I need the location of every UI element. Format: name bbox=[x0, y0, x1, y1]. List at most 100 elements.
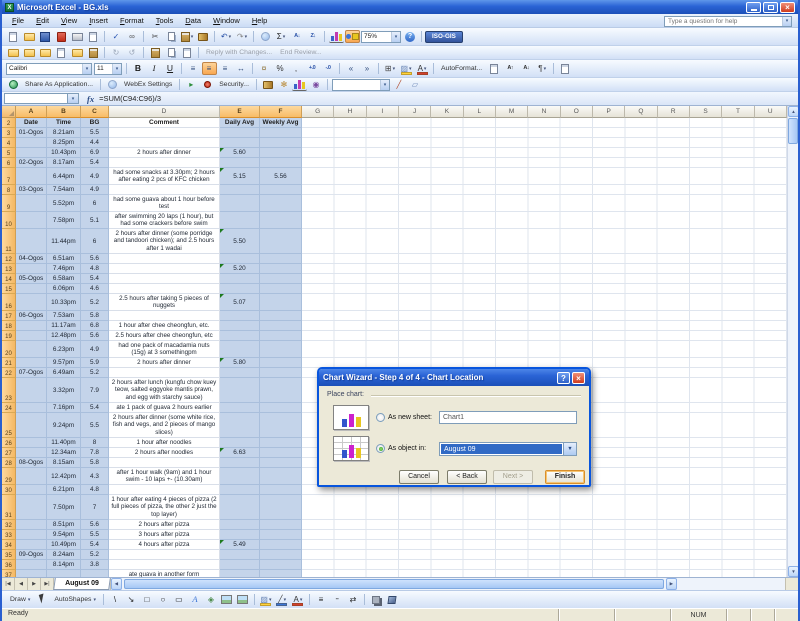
undo-icon[interactable]: ↶ ▾ bbox=[219, 30, 234, 43]
decrease-decimal-icon[interactable]: -.0 bbox=[321, 62, 336, 75]
cell-e15[interactable] bbox=[220, 284, 260, 294]
row-header-13[interactable]: 13 bbox=[2, 264, 16, 274]
cell-d24[interactable]: ate 1 pack of guava 2 hours earlier bbox=[109, 403, 220, 413]
cell-f26[interactable] bbox=[260, 438, 302, 448]
document-versions-icon[interactable] bbox=[54, 46, 69, 59]
merge-and-center-icon[interactable]: ↔ bbox=[234, 62, 249, 75]
empty-columns[interactable] bbox=[302, 570, 798, 577]
cell-a24[interactable] bbox=[16, 403, 47, 413]
cell-f10[interactable] bbox=[260, 212, 302, 229]
cell-b3[interactable]: 8.21am bbox=[47, 128, 81, 138]
cell-c17[interactable]: 5.8 bbox=[81, 311, 109, 321]
cell-a15[interactable] bbox=[16, 284, 47, 294]
cell-b19[interactable]: 12.48pm bbox=[47, 331, 81, 341]
cell-a25[interactable] bbox=[16, 413, 47, 438]
empty-columns[interactable] bbox=[302, 560, 798, 570]
next-version-icon[interactable] bbox=[38, 46, 53, 59]
col-header-g[interactable]: G bbox=[302, 106, 335, 118]
cell-f15[interactable] bbox=[260, 284, 302, 294]
cell-f19[interactable] bbox=[260, 331, 302, 341]
cell-a29[interactable] bbox=[16, 468, 47, 485]
cell-b35[interactable]: 8.24am bbox=[47, 550, 81, 560]
row-header-20[interactable]: 20 bbox=[2, 341, 16, 358]
reply-with-changes-button[interactable]: Reply with Changes... bbox=[202, 48, 276, 57]
previous-sheet-icon[interactable]: ◀ bbox=[15, 578, 28, 590]
cell-e17[interactable] bbox=[220, 311, 260, 321]
cell-f4[interactable] bbox=[260, 138, 302, 148]
row-header-33[interactable]: 33 bbox=[2, 530, 16, 540]
menu-data[interactable]: Data bbox=[179, 15, 207, 26]
line-icon[interactable]: \ bbox=[107, 593, 122, 606]
cell-c27[interactable]: 7.8 bbox=[81, 448, 109, 458]
scroll-right-icon[interactable]: ▶ bbox=[665, 578, 677, 590]
cell-c24[interactable]: 5.4 bbox=[81, 403, 109, 413]
rectangle-icon[interactable]: □ bbox=[139, 593, 154, 606]
cell-d37[interactable]: ate guava in another form bbox=[109, 570, 220, 577]
cell-b18[interactable]: 11.17am bbox=[47, 321, 81, 331]
cell-d36[interactable] bbox=[109, 560, 220, 570]
cell-c3[interactable]: 5.5 bbox=[81, 128, 109, 138]
row-header-7[interactable]: 7 bbox=[2, 168, 16, 185]
row-header-4[interactable]: 4 bbox=[2, 138, 16, 148]
align-center-icon[interactable]: ≡ bbox=[201, 62, 217, 75]
save-icon[interactable] bbox=[38, 30, 53, 43]
col-header-s[interactable]: S bbox=[689, 106, 723, 118]
cell-d16[interactable]: 2.5 hours after taking 5 pieces of nugge… bbox=[109, 294, 220, 311]
cell-d29[interactable]: after 1 hour walk (9am) and 1 hour swim … bbox=[109, 468, 220, 485]
cell-d33[interactable]: 3 hours after pizza bbox=[109, 530, 220, 540]
empty-columns[interactable] bbox=[302, 284, 798, 294]
cell-b16[interactable]: 10.33pm bbox=[47, 294, 81, 311]
cell-c18[interactable]: 6.8 bbox=[81, 321, 109, 331]
cell-a16[interactable] bbox=[16, 294, 47, 311]
col-header-l[interactable]: L bbox=[463, 106, 496, 118]
cell-a7[interactable] bbox=[16, 168, 47, 185]
menu-file[interactable]: File bbox=[6, 15, 30, 26]
cell-c35[interactable]: 5.2 bbox=[81, 550, 109, 560]
cell-c33[interactable]: 5.5 bbox=[81, 530, 109, 540]
percent-style-icon[interactable]: % bbox=[273, 62, 288, 75]
cell-c11[interactable]: 6 bbox=[81, 229, 109, 254]
send-to-mail-recipient-icon[interactable] bbox=[164, 46, 179, 59]
cell-e36[interactable] bbox=[220, 560, 260, 570]
share-as-application-globe-icon[interactable] bbox=[6, 78, 21, 91]
cell-c37[interactable] bbox=[81, 570, 109, 577]
cell-e21[interactable]: 5.80 bbox=[220, 358, 260, 368]
bold-icon[interactable]: B bbox=[131, 62, 146, 75]
cell-e32[interactable] bbox=[220, 520, 260, 530]
col-header-n[interactable]: N bbox=[528, 106, 561, 118]
cell-e26[interactable] bbox=[220, 438, 260, 448]
cell-f27[interactable] bbox=[260, 448, 302, 458]
scroll-up-icon[interactable]: ▲ bbox=[788, 106, 798, 117]
delete-version-icon[interactable] bbox=[86, 46, 101, 59]
cell-b30[interactable]: 6.21pm bbox=[47, 485, 81, 495]
cell-a35[interactable]: 09-Ogos bbox=[16, 550, 47, 560]
cell-a8[interactable]: 03-Ogos bbox=[16, 185, 47, 195]
help-search-input[interactable] bbox=[665, 17, 782, 25]
draw-border-pencil-icon[interactable]: ╱ bbox=[391, 78, 406, 91]
cell-b15[interactable]: 6.06pm bbox=[47, 284, 81, 294]
cell-e14[interactable] bbox=[220, 274, 260, 284]
col-header-j[interactable]: J bbox=[398, 106, 432, 118]
row-header-16[interactable]: 16 bbox=[2, 294, 16, 311]
cell-d13[interactable] bbox=[109, 264, 220, 274]
row-header-29[interactable]: 29 bbox=[2, 468, 16, 485]
zoom-combo[interactable]: 75% ▾ bbox=[361, 30, 401, 43]
row-header-36[interactable]: 36 bbox=[2, 560, 16, 570]
cell-e10[interactable] bbox=[220, 212, 260, 229]
diagram-icon[interactable]: ◈ bbox=[203, 593, 218, 606]
empty-columns[interactable] bbox=[302, 540, 798, 550]
cell-a28[interactable]: 08-Ogos bbox=[16, 458, 47, 468]
cell-e24[interactable] bbox=[220, 403, 260, 413]
cell-b36[interactable]: 8.14pm bbox=[47, 560, 81, 570]
cell-e25[interactable] bbox=[220, 413, 260, 438]
cell-b34[interactable]: 10.49pm bbox=[47, 540, 81, 550]
cell-a30[interactable] bbox=[16, 485, 47, 495]
menu-edit[interactable]: Edit bbox=[30, 15, 55, 26]
line-color-icon[interactable]: ╱ ▾ bbox=[274, 593, 289, 606]
cell-d17[interactable] bbox=[109, 311, 220, 321]
empty-columns[interactable] bbox=[302, 158, 798, 168]
row-header-24[interactable]: 24 bbox=[2, 403, 16, 413]
border-style-combo[interactable]: ▾ bbox=[331, 78, 390, 91]
row-header-31[interactable]: 31 bbox=[2, 495, 16, 520]
as-object-in-radio[interactable] bbox=[376, 444, 385, 453]
